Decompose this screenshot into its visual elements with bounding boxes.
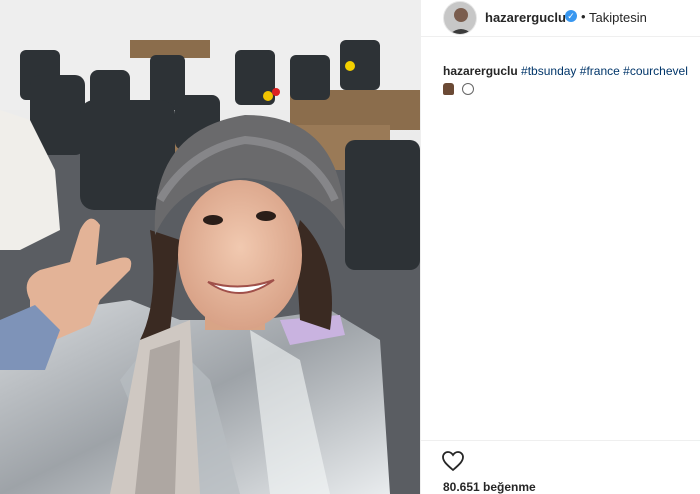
- hashtag-link[interactable]: #france: [580, 64, 620, 78]
- verified-badge-icon: ✓: [565, 10, 577, 22]
- hashtag-link[interactable]: #tbsunday: [521, 64, 576, 78]
- caption-username-link[interactable]: hazarerguclu: [443, 64, 518, 78]
- follow-status-button[interactable]: Takiptesin: [589, 10, 647, 25]
- heart-icon[interactable]: [441, 449, 465, 473]
- username-link[interactable]: hazarerguclu: [485, 10, 566, 25]
- separator-dot: •: [581, 9, 586, 24]
- microphone-emoji-icon: [462, 82, 475, 95]
- likes-count[interactable]: 80.651 beğenme: [443, 480, 536, 494]
- actions-divider: [421, 440, 700, 441]
- post-photo[interactable]: [0, 0, 420, 494]
- avatar[interactable]: [443, 1, 477, 35]
- post-caption: hazarerguclu #tbsunday #france #courchev…: [443, 64, 688, 79]
- selfie-photo: [0, 0, 420, 494]
- caption-emojis: [443, 80, 475, 95]
- hashtag-link[interactable]: #courchevel: [623, 64, 688, 78]
- profile-picture-icon: [444, 2, 476, 34]
- post-header: hazarerguclu ✓ • Takiptesin: [421, 0, 700, 37]
- post-details-panel: hazarerguclu ✓ • Takiptesin hazarerguclu…: [420, 0, 700, 494]
- lock-emoji-icon: [443, 82, 454, 95]
